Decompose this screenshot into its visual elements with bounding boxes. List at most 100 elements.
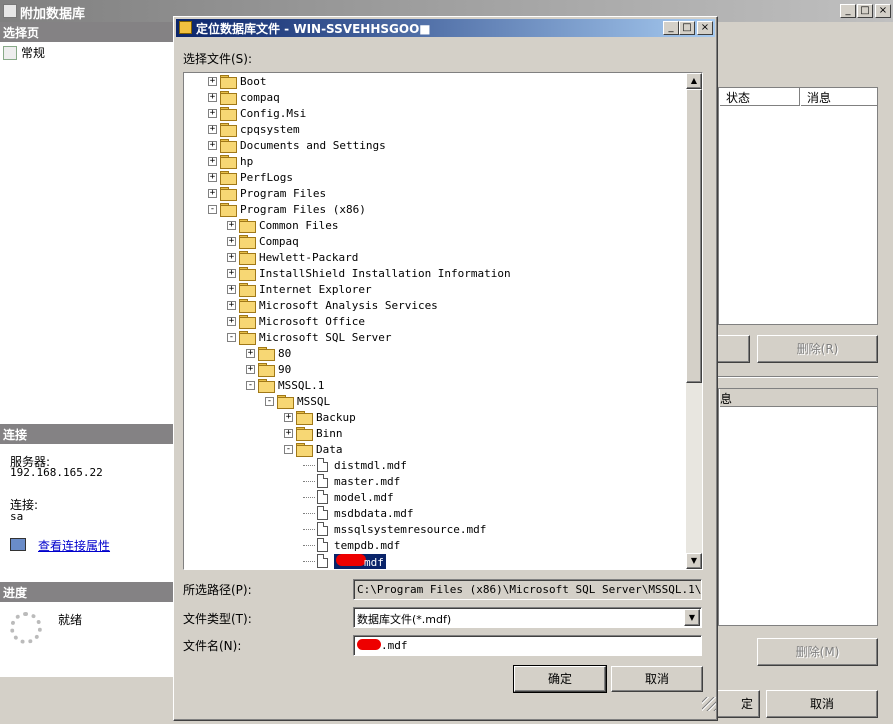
dropdown-arrow-icon[interactable]: ▼ (684, 609, 700, 626)
expand-icon[interactable]: + (246, 364, 255, 374)
selected-path-label: 所选路径(P): (183, 583, 252, 597)
collapse-icon[interactable]: - (227, 332, 236, 342)
tree-folder-item[interactable]: +80 (246, 345, 291, 361)
tree-folder-item[interactable]: + PerfLogs (208, 169, 293, 185)
minimize-button[interactable]: _ (840, 4, 856, 18)
expand-icon[interactable]: + (284, 428, 293, 438)
expand-icon[interactable]: + (284, 412, 293, 422)
tree-folder-item[interactable]: + Internet Explorer (227, 281, 372, 297)
col-info-header[interactable]: 息 (720, 389, 877, 407)
tree-folder-item[interactable]: - MSSQL (265, 393, 330, 409)
tree-folder-item[interactable]: + Common Files (227, 217, 338, 233)
folder-icon (239, 299, 256, 313)
tree-folder-item[interactable]: - Program Files (x86) (208, 201, 366, 217)
tree-folder-item[interactable]: + compaq (208, 89, 280, 105)
tree-item-label: Program Files (240, 186, 327, 200)
collapse-icon[interactable]: - (265, 396, 274, 406)
col-message-header[interactable]: 消息 (801, 88, 877, 106)
expand-icon[interactable]: + (208, 108, 217, 118)
dialog-minimize-button[interactable]: _ (663, 21, 679, 35)
scroll-down-button[interactable]: ▼ (686, 553, 702, 569)
page-item-general[interactable]: 常规 (3, 44, 45, 61)
tree-folder-item[interactable]: - MSSQL.1 (246, 377, 324, 393)
tree-folder-item[interactable]: + Microsoft Office (227, 313, 365, 329)
scroll-up-button[interactable]: ▲ (686, 73, 702, 89)
col-status-header[interactable]: 状态 (720, 88, 800, 106)
details-grid (718, 388, 878, 626)
tree-item-label: mdf (334, 553, 386, 569)
tree-folder-item[interactable]: + InstallShield Installation Information (227, 265, 511, 281)
expand-icon[interactable]: + (227, 300, 236, 310)
selected-path-field[interactable]: C:\Program Files (x86)\Microsoft SQL Ser… (353, 579, 702, 600)
tree-item-label: hp (240, 154, 254, 168)
expand-icon[interactable]: + (208, 140, 217, 150)
select-page-header: 选择页 (0, 22, 173, 42)
parent-title: 附加数据库 (20, 7, 86, 22)
tree-item-label: Backup (316, 410, 356, 424)
remove-m-button[interactable]: 删除(M) (757, 638, 878, 666)
expand-icon[interactable]: + (208, 156, 217, 166)
expand-icon[interactable]: + (227, 268, 236, 278)
tree-folder-item[interactable]: + Binn (284, 425, 343, 441)
tree-folder-item[interactable]: + Program Files (208, 185, 326, 201)
dialog-cancel-button[interactable]: 取消 (611, 666, 703, 692)
collapse-icon[interactable]: - (246, 380, 255, 390)
expand-icon[interactable]: + (208, 92, 217, 102)
expand-icon[interactable]: + (208, 124, 217, 134)
tree-file-item[interactable]: distmdl.mdf (303, 457, 407, 473)
tree-folder-item[interactable]: + Compaq (227, 233, 299, 249)
tree-connector (303, 480, 315, 482)
tree-folder-item[interactable]: - Microsoft SQL Server (227, 329, 391, 345)
tree-folder-item[interactable]: +90 (246, 361, 291, 377)
tree-folder-item[interactable]: + cpqsystem (208, 121, 300, 137)
expand-icon[interactable]: + (208, 188, 217, 198)
expand-icon[interactable]: + (227, 316, 236, 326)
tree-item-label: Binn (316, 426, 343, 440)
dialog-close-button[interactable]: × (697, 21, 713, 35)
tree-file-item[interactable]: mdf (303, 553, 386, 569)
expand-icon[interactable]: + (208, 172, 217, 182)
tree-file-item[interactable]: master.mdf (303, 473, 400, 489)
tree-item-label: Microsoft Office (259, 314, 365, 328)
expand-icon[interactable]: + (227, 284, 236, 294)
tree-folder-item[interactable]: + Boot (208, 73, 267, 89)
collapse-icon[interactable]: - (208, 204, 217, 214)
tree-folder-item[interactable]: + hp (208, 153, 253, 169)
dialog-maximize-button[interactable]: □ (679, 21, 695, 35)
tree-folder-item[interactable]: - Data (284, 441, 343, 457)
left-pane (0, 22, 173, 677)
folder-icon (239, 331, 256, 345)
remove-r-button[interactable]: 删除(R) (757, 335, 878, 363)
view-connection-properties-link[interactable]: 查看连接属性 (38, 537, 110, 554)
tree-item-label: Boot (240, 74, 267, 88)
tree-scrollbar[interactable]: ▲ ▼ (686, 73, 702, 569)
tree-folder-item[interactable]: + Documents and Settings (208, 137, 386, 153)
tree-item-label: Common Files (259, 218, 339, 232)
tree-folder-item[interactable]: + Hewlett-Packard (227, 249, 358, 265)
dialog-ok-button[interactable]: 确定 (513, 665, 607, 693)
expand-icon[interactable]: + (227, 220, 236, 230)
expand-icon[interactable]: + (246, 348, 255, 358)
scroll-thumb[interactable] (686, 89, 702, 383)
connection-header: 连接 (0, 424, 173, 444)
maximize-button[interactable]: □ (857, 4, 873, 18)
expand-icon[interactable]: + (208, 76, 217, 86)
folder-icon (220, 171, 237, 185)
tree-file-item[interactable]: msdbdata.mdf (303, 505, 413, 521)
expand-icon[interactable]: + (227, 236, 236, 246)
tree-folder-item[interactable]: + Microsoft Analysis Services (227, 297, 438, 313)
collapse-icon[interactable]: - (284, 444, 293, 454)
file-name-input[interactable]: .mdf (353, 635, 702, 656)
resize-grip-icon[interactable] (702, 697, 716, 711)
tree-file-item[interactable]: tempdb.mdf (303, 537, 400, 553)
file-tree[interactable]: + Boot + compaq + Config.Msi + cpqsystem + Docume… (183, 72, 703, 570)
expand-icon[interactable]: + (227, 252, 236, 262)
parent-cancel-button[interactable]: 取消 (766, 690, 878, 718)
close-button[interactable]: × (875, 4, 891, 18)
file-icon (317, 458, 328, 472)
tree-folder-item[interactable]: + Backup (284, 409, 356, 425)
tree-folder-item[interactable]: + Config.Msi (208, 105, 306, 121)
file-type-select[interactable]: 数据库文件(*.mdf) ▼ (353, 607, 702, 628)
tree-file-item[interactable]: model.mdf (303, 489, 394, 505)
tree-file-item[interactable]: mssqlsystemresource.mdf (303, 521, 486, 537)
